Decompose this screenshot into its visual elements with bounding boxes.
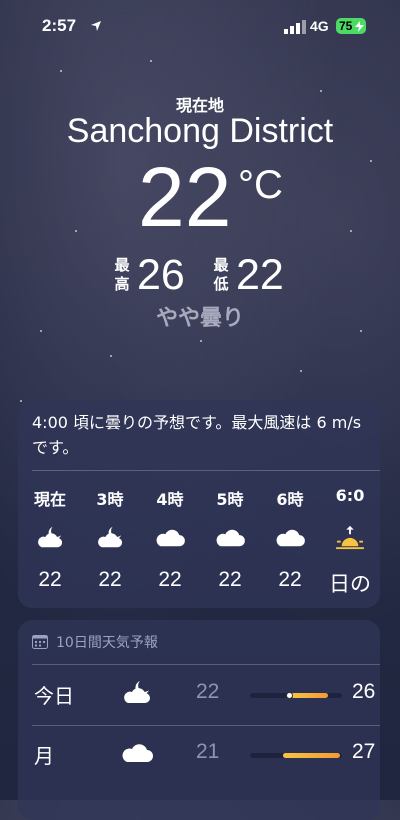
signal-icon [284, 20, 306, 34]
high-temp: 26 [137, 251, 185, 299]
current-temp-marker [285, 692, 293, 699]
day-high-temp: 27 [352, 740, 376, 763]
temperature-unit: °C [238, 163, 283, 207]
hour-item: 現在 22 [22, 486, 78, 596]
temp-range-fill [291, 693, 329, 698]
hour-item: 3時 22 [82, 486, 138, 596]
hour-temp: 22 [98, 568, 122, 591]
high-low: 最高 26 最低 22 [0, 252, 400, 300]
hour-item: 5時 22 [202, 486, 258, 596]
day-name: 月 [34, 744, 54, 768]
hourly-forecast-card[interactable]: 4:00 頃に曇りの予想です。最大風速は 6 m/s です。 現在 22 3時 22 4… [18, 400, 380, 608]
low-temp: 22 [236, 251, 284, 299]
temp-range-fill [283, 753, 341, 758]
day-name: 今日 [34, 684, 74, 708]
hour-item: 6時 22 [262, 486, 318, 596]
ten-day-title: 10日間天気予報 [56, 635, 158, 651]
hour-temp: 22 [158, 568, 182, 591]
cloud-icon [214, 524, 246, 550]
sunrise-icon [334, 524, 366, 550]
temp-range-bar [250, 753, 342, 758]
network-type: 4G [310, 18, 329, 34]
calendar-icon [32, 635, 48, 649]
condition: やや曇り [155, 306, 244, 331]
moon-cloud-icon [94, 524, 126, 550]
hour-item: 4時 22 [142, 486, 198, 596]
hour-temp: 22 [278, 568, 302, 591]
moon-cloud-icon [120, 678, 154, 706]
divider [32, 664, 380, 665]
hour-temp: 日の [329, 573, 371, 596]
location-arrow-icon [91, 21, 101, 31]
hour-label: 6:0 [335, 486, 365, 505]
low-tag: 最低 [213, 256, 229, 293]
status-bar: 2:57 4G 75 [0, 14, 400, 40]
forecast-summary: 4:00 頃に曇りの予想です。最大風速は 6 m/s です。 [32, 413, 362, 457]
hour-label: 4時 [156, 490, 184, 509]
cloud-icon [120, 738, 154, 766]
hour-temp: 22 [38, 568, 62, 591]
divider [32, 470, 380, 471]
day-high-temp: 26 [352, 680, 376, 703]
day-low-temp: 22 [196, 680, 220, 703]
hour-label: 5時 [216, 490, 244, 509]
temp-range-bar [250, 692, 342, 699]
hour-item: 6:0 日の [322, 486, 378, 596]
day-low-temp: 21 [196, 740, 220, 763]
hour-temp: 22 [218, 568, 242, 591]
hour-label: 6時 [276, 490, 304, 509]
current-temperature: 22 [138, 150, 232, 244]
hour-label: 現在 [33, 490, 66, 509]
ten-day-forecast-card[interactable]: 10日間天気予報 今日 22 26 月 21 27 [18, 620, 380, 820]
clock: 2:57 [42, 16, 77, 35]
charging-bolt-icon [355, 21, 364, 32]
cloud-icon [274, 524, 306, 550]
day-row[interactable]: 今日 22 26 [18, 666, 380, 720]
day-row[interactable]: 月 21 27 [18, 726, 380, 780]
cloud-icon [154, 524, 186, 550]
city-name: Sanchong District [66, 112, 334, 150]
high-tag: 最高 [114, 256, 130, 293]
moon-cloud-icon [34, 524, 66, 550]
hour-label: 3時 [96, 490, 124, 509]
